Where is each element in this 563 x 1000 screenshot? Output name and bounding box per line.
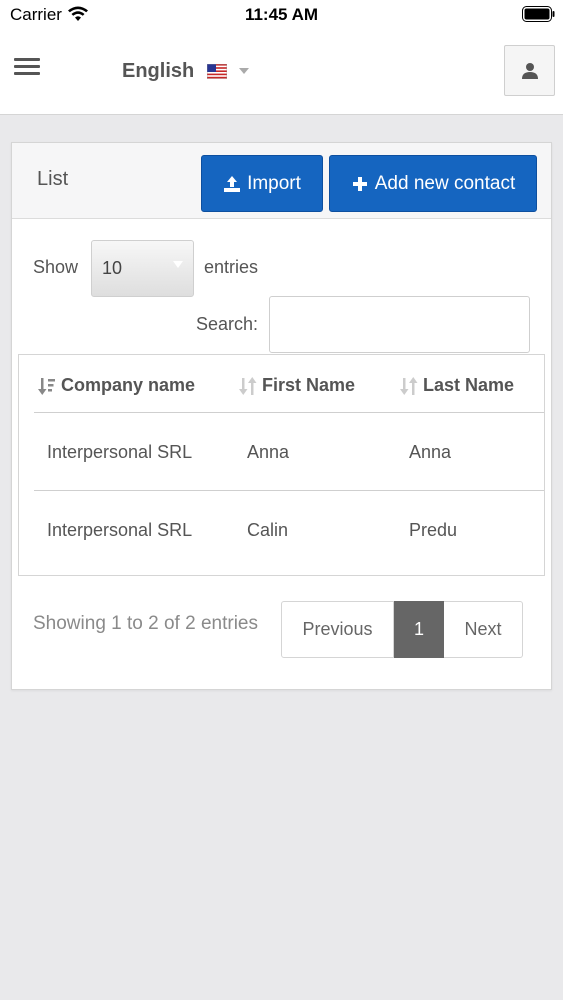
- sort-icon: [239, 376, 257, 395]
- user-icon: [521, 62, 538, 79]
- panel-heading: List Import Add new contact: [12, 143, 551, 219]
- column-header-company[interactable]: Company name: [38, 375, 195, 396]
- user-account-button[interactable]: [504, 45, 555, 96]
- add-contact-button[interactable]: Add new contact: [329, 155, 537, 212]
- language-label: English: [122, 59, 195, 82]
- hamburger-menu-icon[interactable]: [14, 58, 42, 80]
- status-bar: Carrier 11:45 AM: [0, 0, 563, 30]
- import-label: Import: [247, 172, 301, 194]
- page-length-select[interactable]: 10: [91, 240, 194, 297]
- show-label: Show: [33, 257, 79, 277]
- contacts-table: Company name First Name Last Name Interp…: [18, 354, 545, 576]
- search-label: Search:: [196, 314, 259, 334]
- page-length-value: 10: [102, 258, 123, 278]
- column-header-first-name[interactable]: First Name: [239, 375, 355, 396]
- status-time: 11:45 AM: [244, 5, 319, 24]
- table-row[interactable]: Interpersonal SRL Anna Anna: [34, 413, 544, 491]
- plus-icon: [352, 176, 367, 191]
- table-info: Showing 1 to 2 of 2 entries: [33, 613, 258, 634]
- next-page-button[interactable]: Next: [444, 601, 523, 658]
- entries-label: entries: [204, 257, 259, 277]
- search-input[interactable]: [269, 296, 530, 353]
- column-header-last-name[interactable]: Last Name: [400, 375, 514, 396]
- upload-icon: [224, 175, 241, 192]
- add-contact-label: Add new contact: [374, 172, 516, 194]
- sort-descending-icon: [38, 377, 55, 395]
- us-flag-icon: [207, 63, 228, 79]
- sort-icon: [400, 376, 418, 395]
- battery-icon: [522, 6, 555, 22]
- import-button[interactable]: Import: [201, 155, 323, 212]
- table-header: Company name First Name Last Name: [34, 355, 544, 413]
- page-1-button[interactable]: 1: [394, 601, 444, 658]
- panel-title: List: [37, 168, 69, 190]
- cell-first-name: Anna: [247, 442, 290, 462]
- cell-first-name: Calin: [247, 520, 289, 540]
- cell-company: Interpersonal SRL: [47, 520, 193, 540]
- cell-company: Interpersonal SRL: [47, 442, 193, 462]
- column-label: Company name: [61, 375, 196, 395]
- cell-last-name: Anna: [409, 442, 452, 462]
- chevron-down-icon: [173, 261, 183, 268]
- pagination: Previous 1 Next: [281, 601, 523, 658]
- column-label: First Name: [262, 375, 356, 395]
- app-header: English: [0, 30, 563, 115]
- language-selector[interactable]: English: [122, 58, 250, 84]
- chevron-down-icon: [239, 68, 250, 74]
- contacts-panel: List Import Add new contact Show 10 entr…: [11, 142, 552, 690]
- previous-page-button[interactable]: Previous: [281, 601, 394, 658]
- cell-last-name: Predu: [409, 520, 458, 540]
- table-row[interactable]: Interpersonal SRL Calin Predu: [34, 491, 544, 569]
- column-label: Last Name: [423, 375, 515, 395]
